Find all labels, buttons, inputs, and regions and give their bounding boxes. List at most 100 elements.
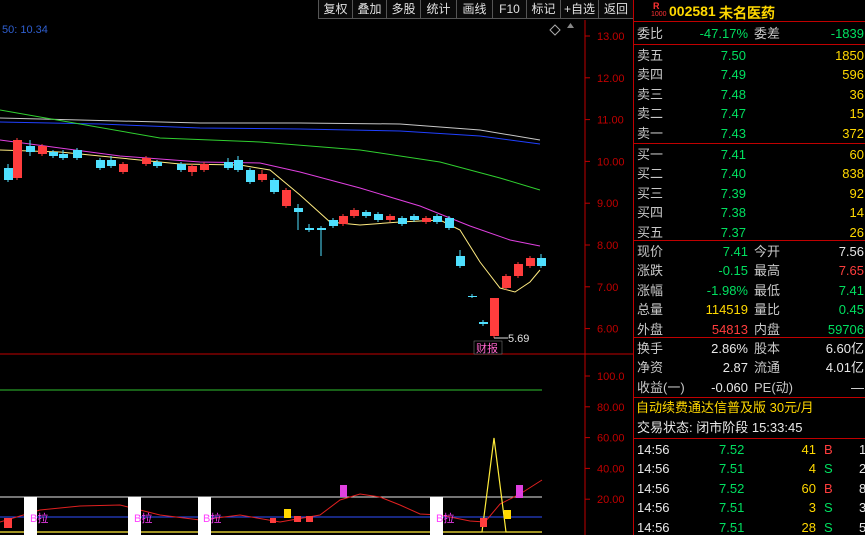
candle[interactable] <box>362 212 371 216</box>
candle[interactable] <box>26 146 35 152</box>
candle[interactable] <box>282 190 291 206</box>
candle[interactable] <box>329 220 338 226</box>
kline-chart[interactable]: 50: 10.34 13.00 12.00 11.00 10.00 9.00 8.00 7.… <box>0 20 633 535</box>
event-label: 财报 <box>476 341 498 355</box>
ask-row[interactable]: 卖一 7.43 372 <box>634 124 865 143</box>
candle[interactable] <box>153 162 162 166</box>
add-watchlist-button[interactable]: +自选 <box>560 0 598 19</box>
indicator-tick-label: 80.00 <box>597 402 625 414</box>
multi-stock-button[interactable]: 多股 <box>386 0 420 19</box>
bid-volume: 26 <box>849 224 864 240</box>
quote-row: 外盘 54813 内盘 59706 <box>634 320 865 339</box>
indicator-bar <box>480 518 487 527</box>
ask-price: 7.47 <box>720 106 746 122</box>
candle[interactable] <box>119 164 128 172</box>
candle[interactable] <box>49 152 58 156</box>
candle[interactable] <box>270 180 279 192</box>
candle[interactable] <box>422 218 431 222</box>
candle[interactable] <box>142 158 151 164</box>
diamond-icon[interactable] <box>549 24 561 36</box>
candle[interactable] <box>38 146 47 154</box>
ask-price: 7.48 <box>720 86 746 102</box>
ask-volume: 1850 <box>835 48 864 63</box>
trade-qty: 28 <box>801 519 816 535</box>
candle[interactable] <box>490 298 499 336</box>
candle[interactable] <box>456 256 465 266</box>
fundamental-value: — <box>851 379 864 395</box>
candle[interactable] <box>305 228 314 230</box>
rating-logo-number: 1000 <box>651 11 667 18</box>
bid-price: 7.37 <box>720 224 746 240</box>
candle[interactable] <box>468 296 477 297</box>
bid-row[interactable]: 买三 7.39 92 <box>634 184 865 203</box>
draw-line-button[interactable]: 画线 <box>456 0 492 19</box>
candle[interactable] <box>386 216 395 220</box>
candle[interactable] <box>410 216 419 220</box>
candle[interactable] <box>514 264 523 276</box>
candle[interactable] <box>107 160 116 166</box>
candle[interactable] <box>479 322 488 324</box>
fundamental-value: 2.87 <box>722 360 748 376</box>
indicator-line-red <box>0 479 543 523</box>
candle[interactable] <box>177 164 186 170</box>
candle[interactable] <box>502 276 511 288</box>
candle[interactable] <box>537 258 546 266</box>
scroll-up-icon[interactable] <box>567 23 574 28</box>
candle[interactable] <box>234 160 243 170</box>
quote-label: 量比 <box>754 302 781 318</box>
promo-banner[interactable]: 自动续费通达信普及版 30元/月 <box>636 398 864 418</box>
candle[interactable] <box>350 210 359 216</box>
ask-row[interactable]: 卖四 7.49 596 <box>634 65 865 84</box>
candle[interactable] <box>13 140 22 178</box>
bid-volume: 92 <box>849 185 864 201</box>
candle[interactable] <box>59 154 68 158</box>
bid-row[interactable]: 买二 7.40 838 <box>634 164 865 183</box>
fuquan-button[interactable]: 复权 <box>318 0 352 19</box>
price-tick-label: 13.00 <box>597 31 625 43</box>
bid-price: 7.38 <box>720 205 746 221</box>
price-tick-label: 9.00 <box>597 198 618 210</box>
overlay-button[interactable]: 叠加 <box>352 0 386 19</box>
ask-label: 卖三 <box>637 86 664 102</box>
stock-name[interactable]: 未名医药 <box>719 3 775 23</box>
ask-row[interactable]: 卖五 7.50 1850 <box>634 46 865 65</box>
fundamental-row: 净资 2.87 流通 4.01亿 <box>634 358 865 377</box>
candle[interactable] <box>398 218 407 224</box>
candle[interactable] <box>246 170 255 182</box>
candle[interactable] <box>4 168 13 180</box>
mark-button[interactable]: 标记 <box>526 0 560 19</box>
candle[interactable] <box>73 150 82 158</box>
ask-volume: 36 <box>849 86 864 102</box>
candle[interactable] <box>445 218 454 228</box>
ask-price: 7.43 <box>720 125 746 141</box>
bid-row[interactable]: 买一 7.41 60 <box>634 145 865 164</box>
signal-label: B拉 <box>30 511 48 525</box>
ask-row[interactable]: 卖二 7.47 15 <box>634 104 865 123</box>
candle[interactable] <box>526 258 535 266</box>
indicator-tick-label: 40.00 <box>597 463 625 475</box>
fundamental-label: 净资 <box>637 360 664 376</box>
candle[interactable] <box>258 174 267 180</box>
f10-button[interactable]: F10 <box>492 0 526 19</box>
stock-code[interactable]: 002581 <box>669 3 716 19</box>
trade-row: 14:56 7.51 28 S 5 <box>634 518 865 535</box>
ask-row[interactable]: 卖三 7.48 36 <box>634 85 865 104</box>
candle[interactable] <box>339 216 348 224</box>
candle[interactable] <box>433 216 442 222</box>
ask-volume: 596 <box>842 67 864 83</box>
bid-row[interactable]: 买四 7.38 14 <box>634 203 865 222</box>
candle[interactable] <box>317 228 326 230</box>
candle[interactable] <box>188 166 197 172</box>
back-button[interactable]: 返回 <box>598 0 633 19</box>
candle[interactable] <box>224 162 233 168</box>
chart-area[interactable]: 50: 10.34 13.00 12.00 11.00 10.00 9.00 8.00 7.… <box>0 20 633 535</box>
moving-average-line <box>0 121 541 145</box>
statistics-button[interactable]: 统计 <box>420 0 456 19</box>
indicator-line-yellow <box>0 437 542 533</box>
candle[interactable] <box>294 208 303 212</box>
candle[interactable] <box>96 160 105 168</box>
candle[interactable] <box>374 214 383 220</box>
bid-row[interactable]: 买五 7.37 26 <box>634 223 865 242</box>
ask-label: 卖一 <box>637 125 664 141</box>
candle[interactable] <box>200 164 209 170</box>
